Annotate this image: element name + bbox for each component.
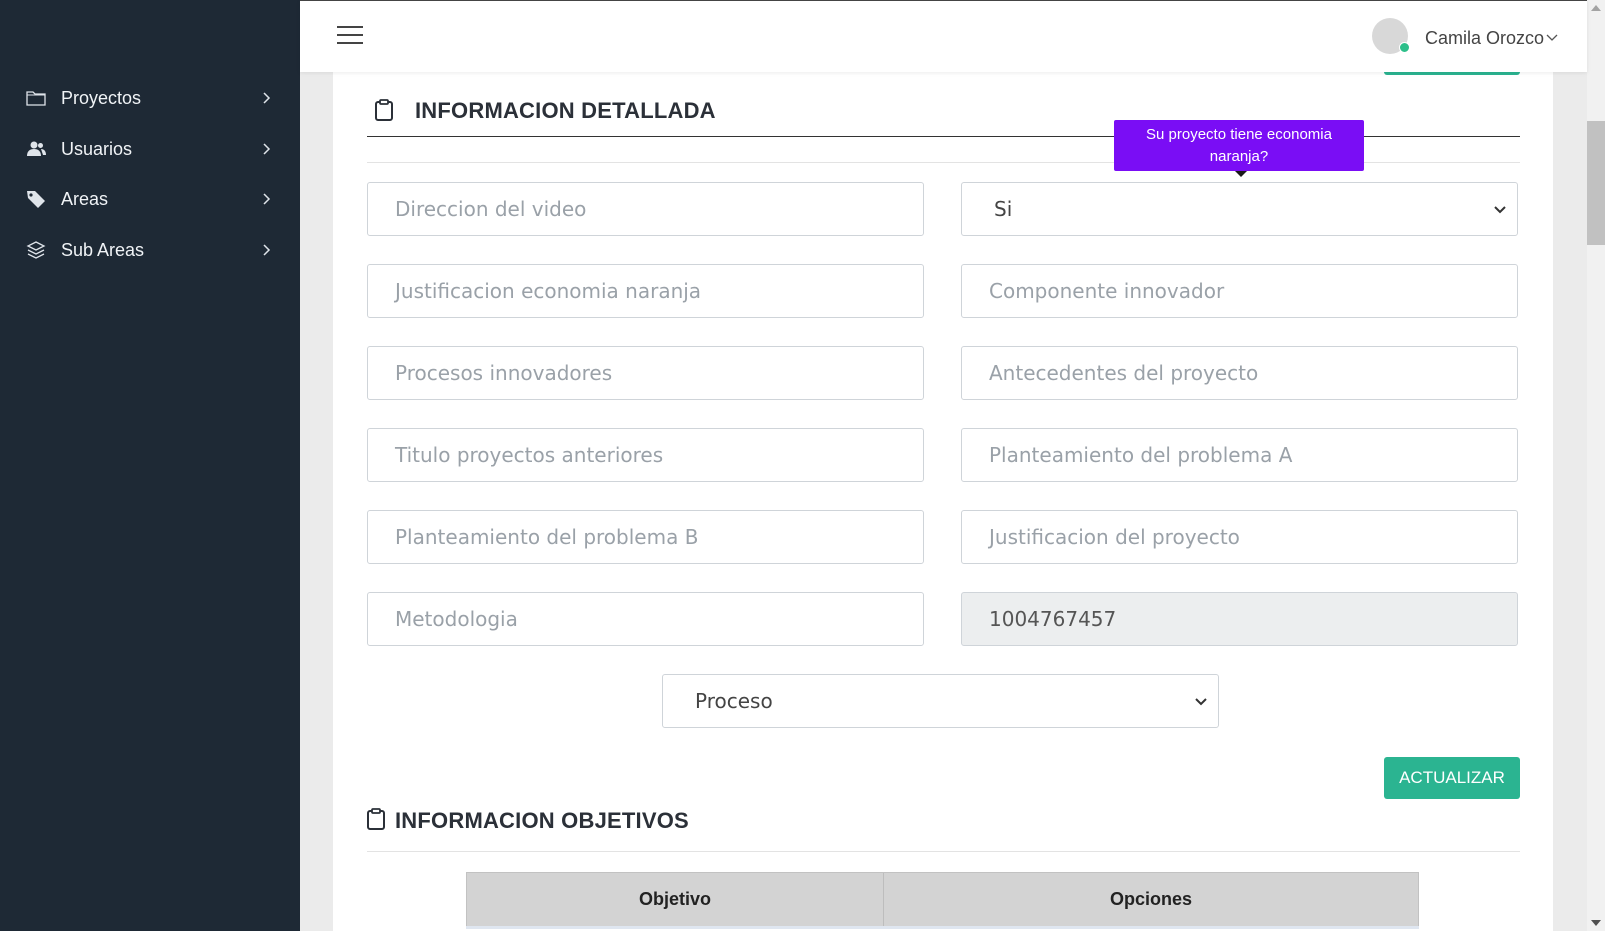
problem-statement-a-input[interactable]: Planteamiento del problema A: [961, 428, 1518, 482]
section-title-detailed: INFORMACION DETALLADA: [415, 98, 716, 123]
placeholder-text: Planteamiento del problema B: [395, 525, 699, 549]
divider: [367, 851, 1520, 852]
folder-icon: [26, 91, 46, 106]
video-url-input[interactable]: Direccion del video: [367, 182, 924, 236]
sidebar-item-label: Sub Areas: [61, 239, 145, 260]
select-value: Proceso: [695, 689, 773, 713]
field-value: 1004767457: [989, 607, 1117, 631]
chevron-right-icon: [263, 143, 271, 155]
placeholder-text: Titulo proyectos anteriores: [395, 443, 664, 467]
update-button[interactable]: ACTUALIZAR: [1384, 757, 1520, 799]
tooltip-text: Su proyecto tiene economia naranja?: [1146, 125, 1332, 165]
users-icon: [27, 141, 46, 156]
column-header-objetivo[interactable]: Objetivo: [467, 873, 883, 926]
sidebar-item-proyectos[interactable]: Proyectos: [0, 78, 300, 118]
tooltip-arrow: [1235, 171, 1247, 177]
user-name[interactable]: Camila Orozco: [1425, 28, 1544, 49]
clipboard-icon: [367, 808, 385, 830]
table-row-edge: [466, 926, 1419, 929]
objectives-table-header: Objetivo Opciones: [466, 872, 1419, 927]
column-header-opciones[interactable]: Opciones: [884, 873, 1418, 926]
status-select[interactable]: Proceso: [662, 674, 1219, 728]
chevron-down-icon: [1494, 206, 1506, 214]
sidebar-item-label: Usuarios: [61, 138, 133, 159]
select-value: Si: [994, 197, 1013, 221]
scrollbar-thumb[interactable]: [1587, 121, 1605, 245]
scroll-down-arrow-icon[interactable]: [1591, 919, 1601, 927]
sidebar-item-usuarios[interactable]: Usuarios: [0, 129, 300, 169]
online-status-indicator: [1399, 42, 1410, 53]
clipboard-icon: [375, 99, 393, 121]
sidebar-item-sub-areas[interactable]: Sub Areas: [0, 230, 300, 270]
chevron-right-icon: [263, 92, 271, 104]
previous-project-titles-input[interactable]: Titulo proyectos anteriores: [367, 428, 924, 482]
scroll-up-arrow-icon[interactable]: [1591, 4, 1601, 12]
innovative-processes-input[interactable]: Procesos innovadores: [367, 346, 924, 400]
placeholder-text: Procesos innovadores: [395, 361, 613, 385]
tag-icon: [27, 191, 45, 208]
placeholder-text: Direccion del video: [395, 197, 587, 221]
chevron-down-icon: [1195, 698, 1207, 706]
placeholder-text: Planteamiento del problema A: [989, 443, 1293, 467]
placeholder-text: Antecedentes del proyecto: [989, 361, 1259, 385]
placeholder-text: Justificacion del proyecto: [989, 525, 1240, 549]
sidebar-item-label: Proyectos: [61, 87, 142, 108]
methodology-input[interactable]: Metodologia: [367, 592, 924, 646]
sidebar: Proyectos Usuarios Areas Sub Areas: [0, 0, 300, 931]
project-justification-input[interactable]: Justificacion del proyecto: [961, 510, 1518, 564]
problem-statement-b-input[interactable]: Planteamiento del problema B: [367, 510, 924, 564]
chevron-right-icon: [263, 193, 271, 205]
placeholder-text: Justificacion economia naranja: [395, 279, 702, 303]
hamburger-menu-icon[interactable]: [337, 25, 363, 45]
orange-economy-tooltip: Su proyecto tiene economia naranja?: [1114, 120, 1364, 171]
section-title-objectives: INFORMACION OBJETIVOS: [395, 808, 689, 833]
chevron-right-icon: [263, 244, 271, 256]
project-background-input[interactable]: Antecedentes del proyecto: [961, 346, 1518, 400]
sidebar-item-areas[interactable]: Areas: [0, 179, 300, 219]
orange-economy-select[interactable]: Si: [961, 182, 1518, 236]
id-number-readonly-field: 1004767457: [961, 592, 1518, 646]
layers-icon: [26, 241, 46, 259]
placeholder-text: Componente innovador: [989, 279, 1225, 303]
chevron-down-icon[interactable]: [1546, 32, 1558, 44]
placeholder-text: Metodologia: [395, 607, 518, 631]
orange-economy-justification-input[interactable]: Justificacion economia naranja: [367, 264, 924, 318]
sidebar-item-label: Areas: [61, 188, 109, 209]
topbar: Camila Orozco: [300, 0, 1587, 72]
innovative-component-input[interactable]: Componente innovador: [961, 264, 1518, 318]
